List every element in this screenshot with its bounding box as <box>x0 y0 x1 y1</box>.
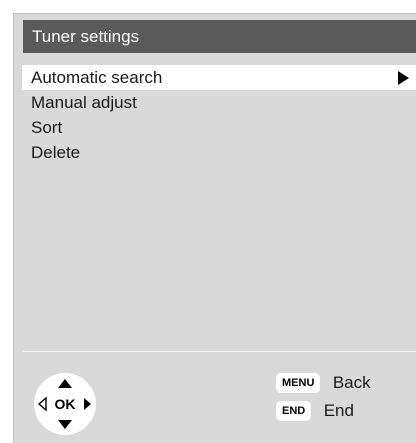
end-key[interactable]: END <box>276 401 312 421</box>
menu-item-label: Automatic search <box>31 68 163 87</box>
end-label: End <box>323 401 354 420</box>
end-hint: END End <box>276 401 354 423</box>
menu-back-hint: MENU Back <box>276 373 371 395</box>
navigation-pad-icon[interactable]: OK <box>33 372 97 436</box>
menu-item-automatic-search[interactable]: Automatic search <box>22 65 416 90</box>
arrow-right-icon <box>398 71 409 85</box>
menu-item-delete[interactable]: Delete <box>22 140 416 165</box>
menu-item-label: Manual adjust <box>31 93 137 112</box>
menu-key[interactable]: MENU <box>276 373 321 393</box>
menu-item-label: Delete <box>31 143 81 162</box>
menu-list: Automatic search Manual adjust Sort Dele… <box>22 65 416 165</box>
page-title: Tuner settings <box>32 27 140 46</box>
tuner-settings-panel: Tuner settings Automatic search Manual a… <box>13 13 416 443</box>
title-bar: Tuner settings <box>23 20 416 53</box>
menu-item-label: Sort <box>31 118 63 137</box>
footer-divider <box>23 351 416 352</box>
menu-item-manual-adjust[interactable]: Manual adjust <box>22 90 416 115</box>
back-label: Back <box>332 373 371 392</box>
ok-label: OK <box>55 396 76 412</box>
menu-item-sort[interactable]: Sort <box>22 115 416 140</box>
